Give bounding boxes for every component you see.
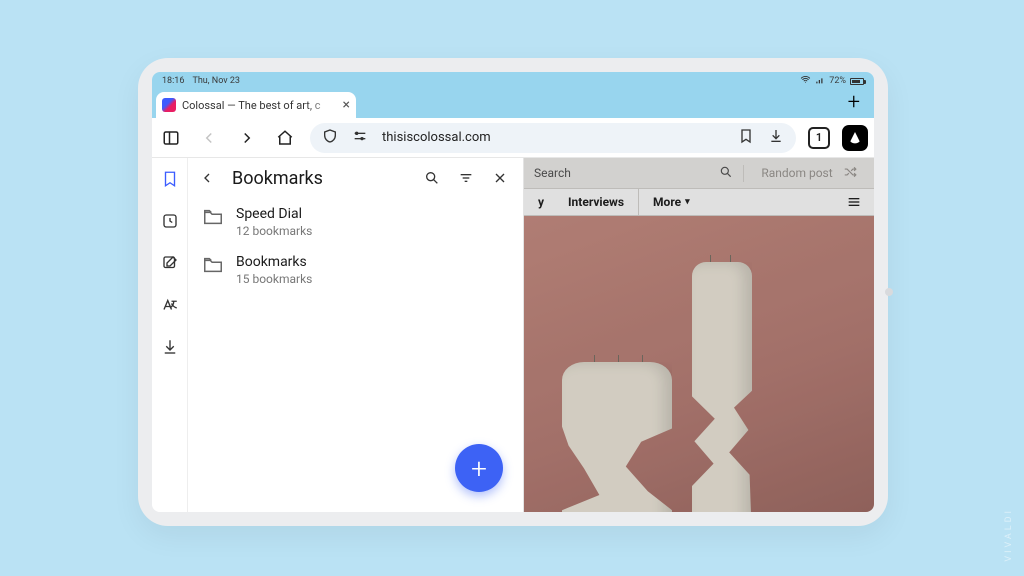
folder-name: Bookmarks: [236, 254, 312, 270]
back-button[interactable]: [196, 125, 222, 151]
toolbar: thisiscolossal.com 1: [152, 118, 874, 158]
sidebar-notes-button[interactable]: [159, 252, 181, 274]
folder-name: Speed Dial: [236, 206, 312, 222]
sidebar-bookmarks-button[interactable]: [159, 168, 181, 190]
body-area: Bookmarks Speed Di: [152, 158, 874, 512]
vivaldi-watermark: VIVALDI: [1004, 508, 1014, 562]
panel-back-button[interactable]: [194, 170, 220, 186]
status-time: 18:16: [162, 76, 184, 86]
folder-item[interactable]: Bookmarks 15 bookmarks: [188, 246, 523, 294]
url-text: thisiscolossal.com: [382, 130, 724, 145]
panel-search-button[interactable]: [419, 170, 445, 186]
wifi-icon: [800, 74, 811, 88]
plus-icon: +: [848, 90, 860, 115]
home-button[interactable]: [272, 125, 298, 151]
side-rail: [152, 158, 188, 512]
folder-icon: [202, 206, 224, 232]
sidebar-downloads-button[interactable]: [159, 336, 181, 358]
folder-count: 15 bookmarks: [236, 272, 312, 286]
status-date: Thu, Nov 23: [192, 76, 240, 86]
plus-icon: +: [471, 452, 487, 485]
panel-filter-button[interactable]: [453, 170, 479, 186]
folder-item[interactable]: Speed Dial 12 bookmarks: [188, 198, 523, 246]
address-bar[interactable]: thisiscolossal.com: [310, 123, 796, 153]
bookmarks-panel: Bookmarks Speed Di: [188, 158, 524, 512]
tab-count-value: 1: [816, 131, 822, 144]
bookmark-icon[interactable]: [738, 128, 754, 148]
tab-count-button[interactable]: 1: [808, 127, 830, 149]
folder-icon: [202, 254, 224, 280]
new-tab-button[interactable]: +: [842, 88, 866, 118]
sidebar-translate-button[interactable]: [159, 294, 181, 316]
camera-dot: [885, 288, 893, 296]
shield-icon[interactable]: [322, 128, 338, 148]
battery-percent: 72%: [829, 76, 846, 86]
signal-icon: [815, 75, 825, 88]
battery-icon: [850, 78, 864, 85]
forward-button[interactable]: [234, 125, 260, 151]
status-bar: 18:16 Thu, Nov 23 72%: [152, 72, 874, 90]
panel-toggle-button[interactable]: [158, 125, 184, 151]
panel-header: Bookmarks: [188, 158, 523, 198]
page-content[interactable]: Search Random post y Interviews: [524, 158, 874, 512]
vivaldi-menu-button[interactable]: [842, 125, 868, 151]
panel-close-button[interactable]: [487, 170, 513, 186]
tab-strip: Colossal — The best of art, c × +: [152, 90, 874, 118]
browser-tab[interactable]: Colossal — The best of art, c ×: [156, 92, 356, 118]
sidebar-history-button[interactable]: [159, 210, 181, 232]
close-tab-icon[interactable]: ×: [343, 98, 350, 112]
tab-favicon: [162, 98, 176, 112]
add-bookmark-fab[interactable]: +: [455, 444, 503, 492]
tablet-frame: 18:16 Thu, Nov 23 72% Colossal — The bes…: [138, 58, 888, 526]
site-settings-icon[interactable]: [352, 128, 368, 148]
download-icon[interactable]: [768, 128, 784, 148]
dim-overlay: [524, 158, 874, 512]
panel-title: Bookmarks: [228, 168, 411, 189]
folder-count: 12 bookmarks: [236, 224, 312, 238]
screen: 18:16 Thu, Nov 23 72% Colossal — The bes…: [152, 72, 874, 512]
